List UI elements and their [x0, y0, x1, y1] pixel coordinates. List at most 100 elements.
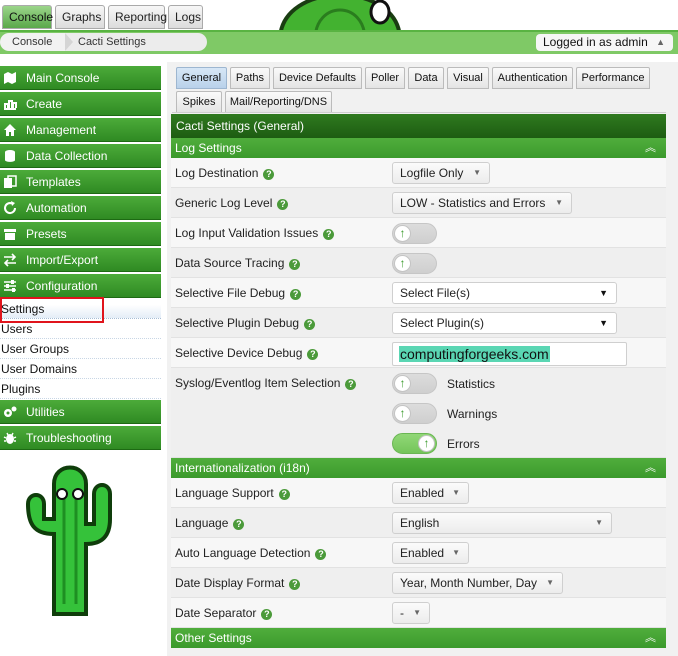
section-title: Internationalization (i18n)	[175, 461, 310, 475]
help-icon[interactable]: ?	[304, 319, 316, 330]
user-menu[interactable]: Logged in as admin ▲	[536, 34, 673, 51]
help-icon[interactable]: ?	[233, 519, 245, 530]
copy-icon	[4, 175, 17, 188]
tab-reporting[interactable]: Reporting	[108, 5, 167, 29]
nav-plugins[interactable]: Plugins	[0, 379, 161, 399]
nav-import-export[interactable]: Import/Export	[0, 248, 161, 272]
settings-tab-data[interactable]: Data	[408, 67, 444, 89]
dropdown-arrow-icon: ▼	[595, 518, 603, 527]
device-debug-value: computingforgeeks.com	[399, 346, 550, 362]
breadcrumb-cacti-settings[interactable]: Cacti Settings	[65, 33, 207, 51]
select-value: -	[400, 606, 404, 620]
field-label: Auto Language Detection?	[175, 546, 327, 560]
home-icon	[4, 124, 16, 136]
settings-tab-device-defaults[interactable]: Device Defaults	[273, 67, 362, 89]
generic-log-level-select[interactable]: LOW - Statistics and Errors ▼	[392, 192, 572, 214]
section-log-settings[interactable]: Log Settings ︽	[171, 138, 666, 158]
select-value: English	[400, 516, 440, 530]
language-support-select[interactable]: Enabled ▼	[392, 482, 469, 504]
section-other-settings[interactable]: Other Settings ︽	[171, 628, 666, 648]
settings-tab-mail-reporting-dns[interactable]: Mail/Reporting/DNS	[225, 91, 332, 113]
tab-console[interactable]: Console	[2, 5, 53, 29]
selective-file-debug-select[interactable]: Select File(s) ▼	[392, 282, 617, 304]
help-icon[interactable]: ?	[323, 229, 335, 240]
dropdown-arrow-icon: ▼	[546, 578, 554, 587]
settings-tab-visual[interactable]: Visual	[447, 67, 489, 89]
help-icon[interactable]: ?	[289, 579, 301, 590]
date-display-format-select[interactable]: Year, Month Number, Day ▼	[392, 572, 563, 594]
dropdown-arrow-icon: ▼	[452, 488, 460, 497]
nav-main-console[interactable]: Main Console	[0, 66, 161, 90]
bug-icon	[3, 432, 17, 444]
field-label: Date Separator?	[175, 606, 273, 620]
section-title: Log Settings	[175, 141, 242, 155]
settings-highlight-box	[0, 297, 104, 323]
syslog-errors-toggle[interactable]: ↑	[392, 433, 437, 454]
user-label: Logged in as admin	[543, 35, 648, 49]
log-destination-select[interactable]: Logfile Only ▼	[392, 162, 490, 184]
help-icon[interactable]: ?	[315, 549, 327, 560]
syslog-statistics-toggle[interactable]: ↑	[392, 373, 437, 394]
cacti-banner-logo	[278, 0, 402, 32]
field-label: Date Display Format?	[175, 576, 301, 590]
dropdown-arrow-icon: ▼	[473, 168, 481, 177]
settings-tab-paths[interactable]: Paths	[230, 67, 270, 89]
date-separator-select[interactable]: - ▼	[392, 602, 430, 624]
tab-divider	[172, 112, 666, 113]
syslog-errors-label: Errors	[447, 437, 480, 451]
gears-icon	[4, 406, 17, 417]
collapse-icon[interactable]: ︽	[645, 458, 656, 478]
language-select[interactable]: English ▼	[392, 512, 612, 534]
nav-utilities[interactable]: Utilities	[0, 400, 161, 424]
top-header: Console Graphs Reporting Logs	[0, 0, 678, 32]
help-icon[interactable]: ?	[307, 349, 319, 360]
nav-templates[interactable]: Templates	[0, 170, 161, 194]
log-input-validation-toggle[interactable]: ↑	[392, 223, 437, 244]
nav-label: Create	[26, 97, 63, 111]
field-label: Data Source Tracing?	[175, 256, 301, 270]
settings-tab-general[interactable]: General	[176, 67, 227, 89]
settings-tab-poller[interactable]: Poller	[365, 67, 405, 89]
nav-label: Presets	[26, 227, 67, 241]
help-icon[interactable]: ?	[289, 259, 301, 270]
toggle-knob-icon: ↑	[418, 435, 435, 452]
nav-user-domains[interactable]: User Domains	[0, 359, 161, 379]
dropdown-arrow-icon: ▼	[413, 608, 421, 617]
section-internationalization[interactable]: Internationalization (i18n) ︽	[171, 458, 666, 478]
collapse-icon[interactable]: ︽	[645, 138, 656, 158]
field-label: Selective Device Debug?	[175, 346, 319, 360]
settings-tab-spikes[interactable]: Spikes	[176, 91, 222, 113]
select-value: Logfile Only	[400, 166, 464, 180]
nav-user-groups[interactable]: User Groups	[0, 339, 161, 359]
nav-configuration[interactable]: Configuration	[0, 274, 161, 298]
tab-logs[interactable]: Logs	[168, 5, 203, 29]
nav-presets[interactable]: Presets	[0, 222, 161, 246]
selective-device-debug-input[interactable]: computingforgeeks.com	[392, 342, 627, 366]
help-icon[interactable]: ?	[345, 379, 357, 390]
dropdown-arrow-icon: ▼	[452, 548, 460, 557]
help-icon[interactable]: ?	[290, 289, 302, 300]
collapse-icon[interactable]: ︽	[645, 628, 656, 648]
syslog-warnings-toggle[interactable]: ↑	[392, 403, 437, 424]
nav-data-collection[interactable]: Data Collection	[0, 144, 161, 168]
help-icon[interactable]: ?	[261, 609, 273, 620]
help-icon[interactable]: ?	[263, 169, 275, 180]
help-icon[interactable]: ?	[277, 199, 289, 210]
select-value: Enabled	[400, 546, 445, 560]
sliders-icon	[4, 280, 16, 292]
nav-troubleshooting[interactable]: Troubleshooting	[0, 426, 161, 450]
selective-plugin-debug-select[interactable]: Select Plugin(s) ▼	[392, 312, 617, 334]
nav-label: Troubleshooting	[26, 431, 112, 445]
data-source-tracing-toggle[interactable]: ↑	[392, 253, 437, 274]
nav-create[interactable]: Create	[0, 92, 161, 116]
auto-language-detection-select[interactable]: Enabled ▼	[392, 542, 469, 564]
refresh-icon	[4, 201, 17, 215]
settings-tab-performance[interactable]: Performance	[576, 67, 650, 89]
breadcrumb-console[interactable]: Console	[0, 33, 66, 51]
tab-graphs[interactable]: Graphs	[55, 5, 105, 29]
nav-label: Utilities	[26, 405, 65, 419]
nav-automation[interactable]: Automation	[0, 196, 161, 220]
nav-management[interactable]: Management	[0, 118, 161, 142]
help-icon[interactable]: ?	[278, 489, 290, 500]
settings-tab-authentication[interactable]: Authentication	[492, 67, 573, 89]
